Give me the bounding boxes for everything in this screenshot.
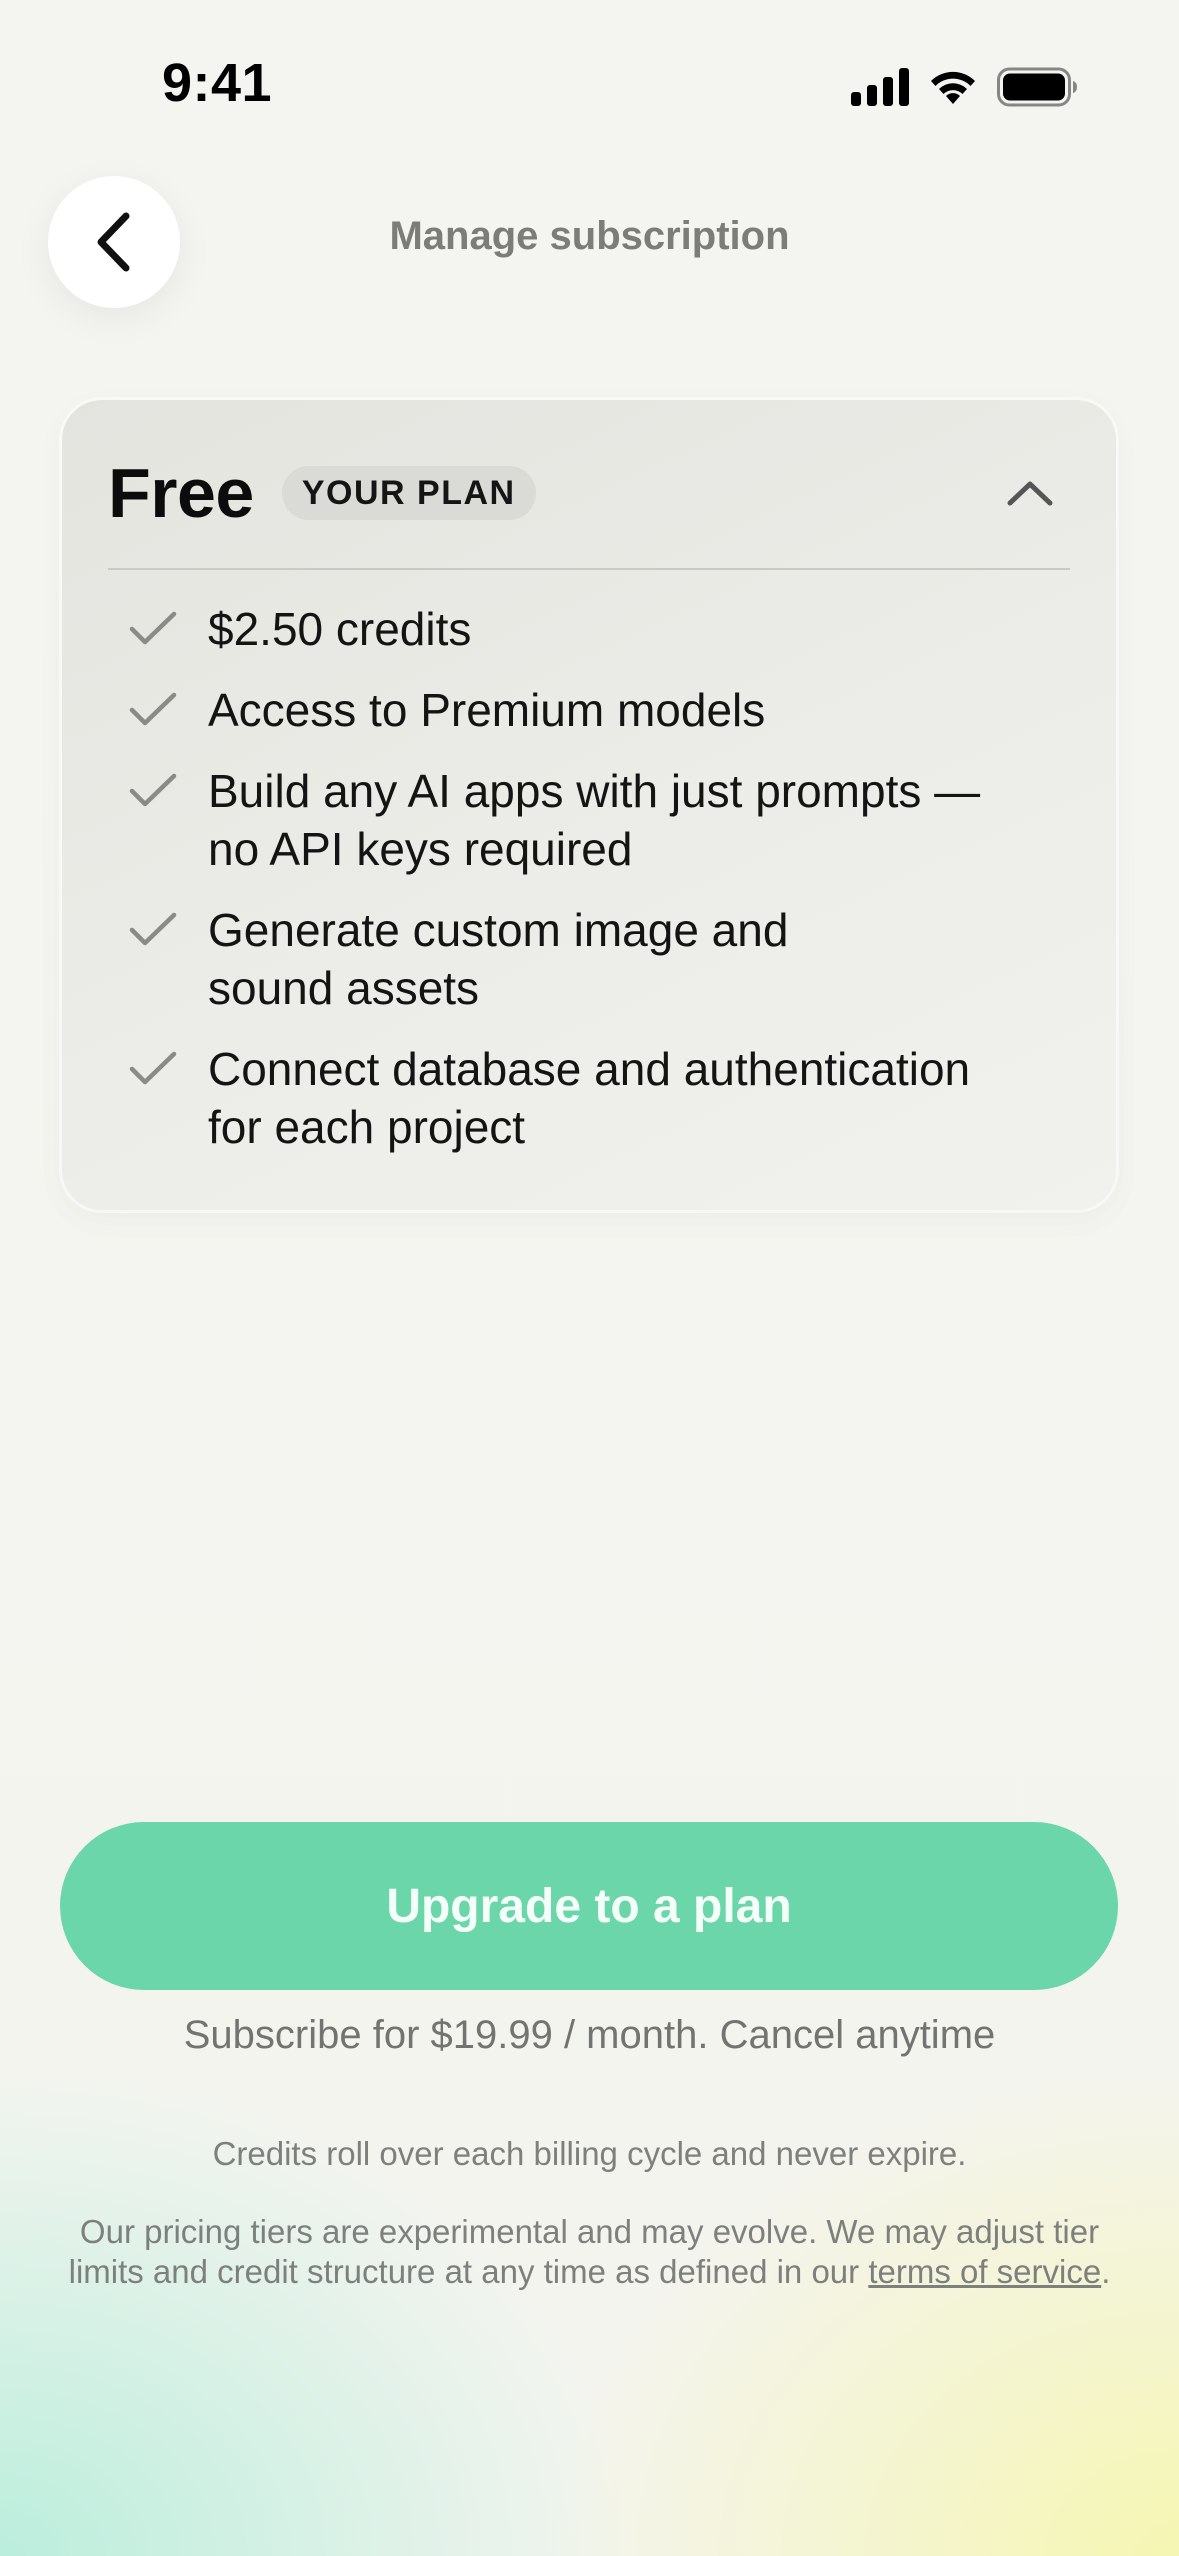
checkmark-icon	[128, 600, 182, 658]
page-title: Manage subscription	[389, 214, 790, 258]
pricing-disclaimer: Our pricing tiers are experimental and m…	[60, 2212, 1119, 2292]
chevron-up-icon	[1007, 481, 1053, 506]
wifi-icon	[931, 71, 975, 104]
battery-icon	[997, 67, 1077, 107]
checkmark-icon	[128, 1040, 182, 1098]
disclaimer-suffix: .	[1101, 2253, 1111, 2290]
status-bar: 9:41	[0, 0, 1179, 150]
plan-name: Free	[108, 454, 254, 532]
feature-text: Access to Premium models	[208, 684, 766, 736]
feature-text: Generate custom image and sound assets	[208, 904, 789, 1014]
upgrade-button[interactable]: Upgrade to a plan	[60, 1822, 1118, 1990]
plan-header[interactable]: Free YOUR PLAN	[108, 452, 1070, 534]
checkmark-icon	[128, 762, 182, 820]
feature-text: Connect database and authentication for …	[208, 1043, 971, 1153]
feature-item: Build any AI apps with just prompts — no…	[128, 762, 1076, 878]
feature-text: Build any AI apps with just prompts — no…	[208, 765, 981, 875]
feature-text: $2.50 credits	[208, 603, 472, 655]
plan-divider	[108, 568, 1070, 570]
feature-item: Generate custom image and sound assets	[128, 901, 1076, 1017]
status-time: 9:41	[162, 53, 273, 113]
terms-of-service-link[interactable]: terms of service	[868, 2253, 1101, 2290]
credits-note: Credits roll over each billing cycle and…	[212, 2135, 967, 2172]
feature-item: $2.50 credits	[128, 600, 1076, 658]
cellular-signal-icon	[851, 68, 909, 106]
status-icons	[851, 62, 1079, 112]
checkmark-icon	[128, 901, 182, 959]
feature-item: Access to Premium models	[128, 681, 1076, 739]
current-plan-badge: YOUR PLAN	[281, 466, 536, 520]
feature-list: $2.50 credits Access to Premium models B…	[128, 600, 1076, 1179]
subscribe-note: Subscribe for $19.99 / month. Cancel any…	[183, 2013, 996, 2057]
checkmark-icon	[128, 681, 182, 739]
collapse-button[interactable]	[990, 453, 1070, 533]
feature-item: Connect database and authentication for …	[128, 1040, 1076, 1156]
plan-card: Free YOUR PLAN $2.50 credits Access to P…	[62, 400, 1116, 1210]
